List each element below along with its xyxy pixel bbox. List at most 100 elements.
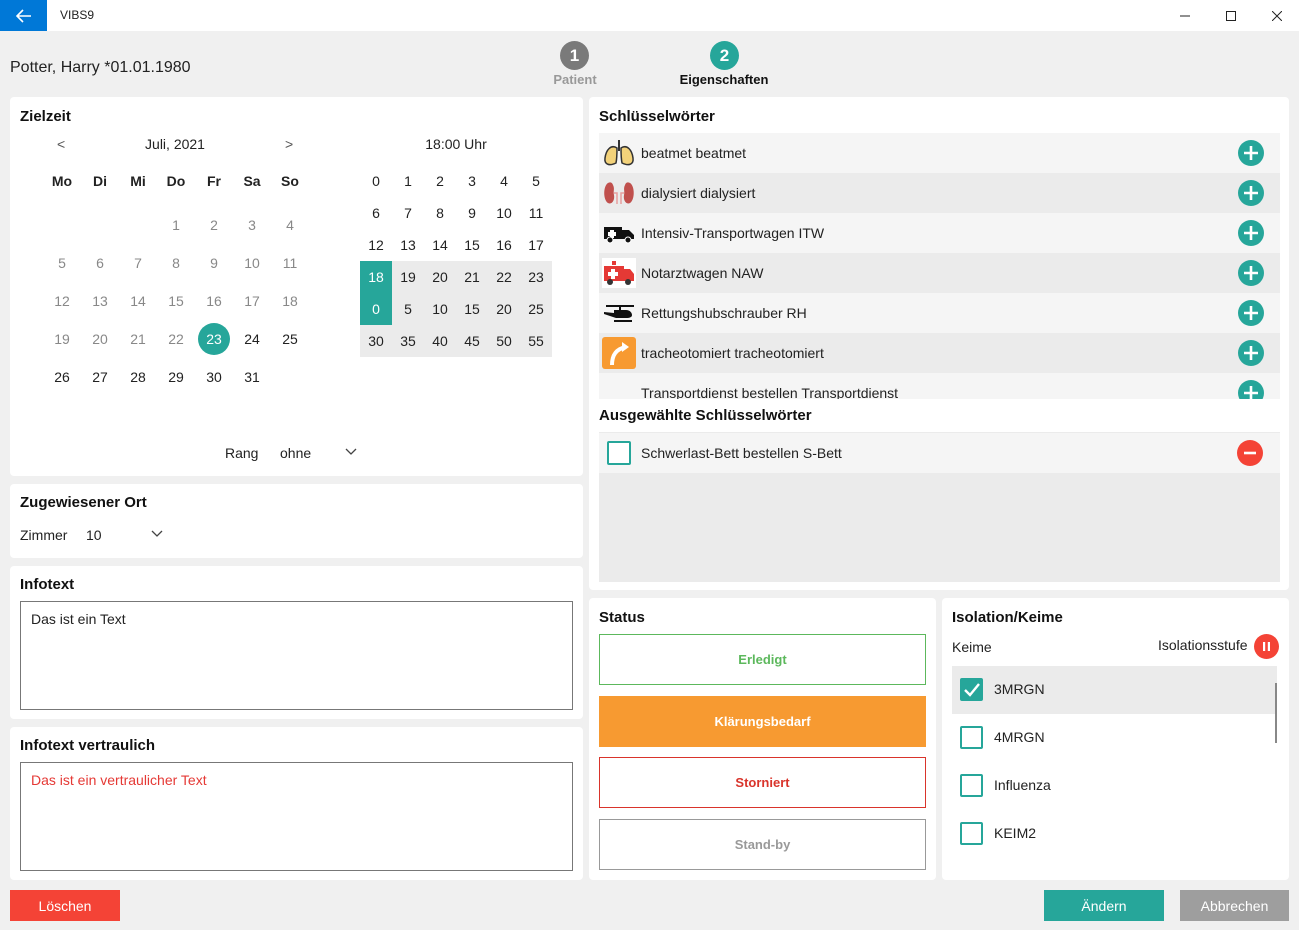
hour-option[interactable]: 16: [488, 229, 520, 261]
hour-option[interactable]: 10: [488, 197, 520, 229]
step-1-label[interactable]: Patient: [515, 72, 635, 87]
cancel-button[interactable]: Abbrechen: [1180, 890, 1289, 921]
minute-option[interactable]: 30: [360, 325, 392, 357]
calendar-day[interactable]: 13: [84, 285, 116, 317]
next-month-button[interactable]: >: [285, 136, 293, 152]
remove-keyword-button[interactable]: [1237, 440, 1263, 466]
keim-row[interactable]: 4MRGN: [952, 714, 1277, 762]
hour-option[interactable]: 15: [456, 229, 488, 261]
calendar-day[interactable]: 27: [84, 361, 116, 393]
change-button[interactable]: Ändern: [1044, 890, 1164, 921]
calendar-day[interactable]: 14: [122, 285, 154, 317]
zimmer-select[interactable]: 10: [86, 527, 102, 543]
hour-option-selected[interactable]: 18: [360, 261, 392, 293]
hour-option[interactable]: 17: [520, 229, 552, 261]
calendar-day[interactable]: 5: [46, 247, 78, 279]
calendar-day[interactable]: 29: [160, 361, 192, 393]
keyword-row[interactable]: tracheotomiert tracheotomiert: [599, 333, 1280, 373]
hour-option[interactable]: 7: [392, 197, 424, 229]
add-keyword-button[interactable]: [1238, 340, 1264, 366]
add-keyword-button[interactable]: [1238, 260, 1264, 286]
hour-option[interactable]: 21: [456, 261, 488, 293]
step-2-circle[interactable]: 2: [710, 41, 739, 70]
minute-option[interactable]: 55: [520, 325, 552, 357]
calendar-day[interactable]: 25: [274, 323, 306, 355]
delete-button[interactable]: Löschen: [10, 890, 120, 921]
calendar-day[interactable]: 8: [160, 247, 192, 279]
calendar-day[interactable]: 31: [236, 361, 268, 393]
hour-option[interactable]: 9: [456, 197, 488, 229]
keim-checkbox[interactable]: [960, 678, 983, 701]
status-storniert-button[interactable]: Storniert: [599, 757, 926, 808]
status-klaerungsbedarf-button[interactable]: Klärungsbedarf: [599, 696, 926, 747]
infotext-vertraulich-field[interactable]: Das ist ein vertraulicher Text: [20, 762, 573, 871]
minute-option[interactable]: 25: [520, 293, 552, 325]
minute-option[interactable]: 10: [424, 293, 456, 325]
calendar-day[interactable]: 9: [198, 247, 230, 279]
hour-option[interactable]: 14: [424, 229, 456, 261]
minute-option[interactable]: 15: [456, 293, 488, 325]
minute-option-selected[interactable]: 0: [360, 293, 392, 325]
keyword-row[interactable]: Notarztwagen NAW: [599, 253, 1280, 293]
status-erledigt-button[interactable]: Erledigt: [599, 634, 926, 685]
calendar-day[interactable]: 1: [160, 209, 192, 241]
calendar-day[interactable]: 16: [198, 285, 230, 317]
keim-checkbox[interactable]: [960, 774, 983, 797]
close-button[interactable]: [1254, 0, 1299, 31]
calendar-day[interactable]: 11: [274, 247, 306, 279]
add-keyword-button[interactable]: [1238, 180, 1264, 206]
selected-keyword-row[interactable]: Schwerlast-Bett bestellen S-Bett: [599, 433, 1280, 473]
minute-option[interactable]: 50: [488, 325, 520, 357]
minute-option[interactable]: 35: [392, 325, 424, 357]
step-1-circle[interactable]: 1: [560, 41, 589, 70]
calendar-day[interactable]: 22: [160, 323, 192, 355]
hour-option[interactable]: 23: [520, 261, 552, 293]
chevron-down-icon[interactable]: [151, 530, 163, 538]
hour-option[interactable]: 6: [360, 197, 392, 229]
hour-option[interactable]: 12: [360, 229, 392, 261]
keim-row[interactable]: Influenza: [952, 762, 1277, 810]
hour-option[interactable]: 13: [392, 229, 424, 261]
minute-option[interactable]: 40: [424, 325, 456, 357]
add-keyword-button[interactable]: [1238, 220, 1264, 246]
keim-checkbox[interactable]: [960, 822, 983, 845]
keim-checkbox[interactable]: [960, 726, 983, 749]
hour-option[interactable]: 2: [424, 165, 456, 197]
hour-option[interactable]: 8: [424, 197, 456, 229]
keime-scrollbar[interactable]: [1275, 683, 1277, 743]
keim-row[interactable]: 3MRGN: [952, 666, 1277, 714]
hour-option[interactable]: 11: [520, 197, 552, 229]
add-keyword-button[interactable]: [1238, 380, 1264, 399]
calendar-day[interactable]: 4: [274, 209, 306, 241]
isolationsstufe-button[interactable]: [1254, 634, 1279, 659]
calendar-day[interactable]: 28: [122, 361, 154, 393]
minute-option[interactable]: 45: [456, 325, 488, 357]
infotext-field[interactable]: Das ist ein Text: [20, 601, 573, 710]
keim-row[interactable]: KEIM2: [952, 810, 1277, 858]
prev-month-button[interactable]: <: [57, 136, 65, 152]
hour-option[interactable]: 20: [424, 261, 456, 293]
step-2-label[interactable]: Eigenschaften: [664, 72, 784, 87]
hour-option[interactable]: 0: [360, 165, 392, 197]
maximize-button[interactable]: [1208, 0, 1254, 31]
calendar-day[interactable]: 24: [236, 323, 268, 355]
minute-option[interactable]: 5: [392, 293, 424, 325]
hour-option[interactable]: 5: [520, 165, 552, 197]
calendar-day[interactable]: 19: [46, 323, 78, 355]
calendar-day[interactable]: 30: [198, 361, 230, 393]
rang-select[interactable]: ohne: [280, 445, 311, 461]
keyword-row[interactable]: dialysiert dialysiert: [599, 173, 1280, 213]
calendar-day[interactable]: 18: [274, 285, 306, 317]
add-keyword-button[interactable]: [1238, 300, 1264, 326]
hour-option[interactable]: 1: [392, 165, 424, 197]
calendar-day[interactable]: 17: [236, 285, 268, 317]
calendar-day[interactable]: 2: [198, 209, 230, 241]
add-keyword-button[interactable]: [1238, 140, 1264, 166]
calendar-day[interactable]: 12: [46, 285, 78, 317]
hour-option[interactable]: 3: [456, 165, 488, 197]
calendar-day[interactable]: 10: [236, 247, 268, 279]
minimize-button[interactable]: [1162, 0, 1208, 31]
keyword-row[interactable]: beatmet beatmet: [599, 133, 1280, 173]
chevron-down-icon[interactable]: [345, 448, 357, 456]
calendar-day[interactable]: 20: [84, 323, 116, 355]
